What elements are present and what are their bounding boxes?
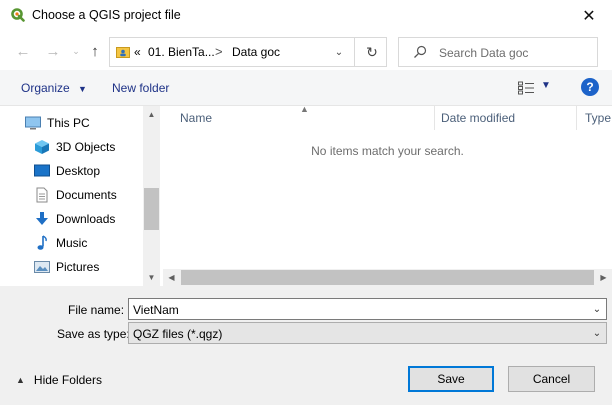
computer-icon — [25, 116, 41, 130]
dialog-footer: File name: VietNam ⌄ Save as type: QGZ f… — [0, 286, 612, 405]
sidebar-item-label: Documents — [56, 188, 117, 202]
hide-folders-label: Hide Folders — [33, 373, 102, 387]
scroll-up-button[interactable]: ▲ — [143, 106, 160, 123]
help-icon[interactable]: ? — [581, 78, 599, 96]
music-icon — [37, 235, 47, 250]
up-button[interactable]: ↑ — [86, 42, 104, 60]
chevron-down-icon: ⌄ — [72, 45, 80, 56]
sidebar-item-label: Pictures — [56, 260, 100, 274]
navigation-pane: This PC 3D Objects Desktop Documents Dow… — [0, 106, 161, 286]
new-folder-button[interactable]: New folder — [112, 81, 169, 95]
column-divider[interactable] — [434, 106, 435, 130]
organize-button[interactable]: Organize ▼ — [21, 81, 87, 95]
folder-user-icon — [116, 47, 130, 58]
search-box[interactable]: Search Data goc — [398, 37, 598, 67]
file-name-dropdown[interactable]: ⌄ — [588, 299, 606, 319]
sidebar-item-3d-objects[interactable]: 3D Objects — [34, 136, 115, 158]
refresh-button[interactable]: ↻ — [363, 43, 381, 61]
file-name-value: VietNam — [133, 303, 179, 317]
search-input[interactable]: Search Data goc — [439, 46, 528, 60]
column-header-type[interactable]: Type — [585, 106, 611, 130]
scrollbar-thumb[interactable] — [181, 270, 594, 285]
sort-ascending-icon: ▲ — [300, 104, 309, 114]
pictures-icon — [34, 261, 50, 273]
sidebar-item-pictures[interactable]: Pictures — [34, 256, 99, 278]
view-details-icon[interactable] — [518, 81, 534, 95]
sidebar-item-label: Music — [56, 236, 88, 250]
breadcrumb-overflow[interactable]: « — [134, 45, 141, 59]
scroll-left-button[interactable]: ◀ — [163, 269, 180, 286]
sidebar-item-label: Downloads — [56, 212, 116, 226]
breadcrumb-item-parent[interactable]: 01. BienTa... — [148, 45, 215, 59]
address-divider — [354, 38, 355, 66]
forward-button[interactable]: → — [44, 42, 62, 60]
refresh-icon: ↻ — [366, 43, 378, 60]
address-bar[interactable]: « 01. BienTa... > Data goc ⌄ ↻ — [109, 37, 387, 67]
save-type-label: Save as type: — [57, 327, 130, 341]
save-type-value: QGZ files (*.qgz) — [133, 327, 223, 341]
arrow-right-icon: → — [45, 42, 61, 60]
arrow-left-icon: ← — [15, 42, 31, 60]
sidebar-scrollbar[interactable]: ▲ ▼ — [143, 106, 160, 286]
column-header-label: Date modified — [441, 111, 516, 125]
column-header-label: Name — [180, 111, 213, 125]
qgis-logo — [11, 8, 25, 22]
save-type-select[interactable]: QGZ files (*.qgz) ⌄ — [128, 322, 607, 344]
address-dropdown-button[interactable]: ⌄ — [332, 44, 346, 60]
search-icon — [414, 45, 427, 58]
scroll-down-button[interactable]: ▼ — [143, 269, 160, 286]
new-folder-label: New folder — [112, 81, 170, 95]
file-name-field[interactable]: VietNam ⌄ — [128, 298, 607, 320]
sidebar-item-label: Desktop — [56, 164, 101, 178]
sidebar-item-downloads[interactable]: Downloads — [34, 208, 115, 230]
save-button-label: Save — [437, 372, 465, 386]
file-list-scrollbar[interactable]: ◀ ▶ — [163, 269, 612, 286]
sidebar-item-documents[interactable]: Documents — [34, 184, 117, 206]
chevron-down-icon: ⌄ — [334, 46, 344, 58]
close-button[interactable]: ✕ — [566, 0, 612, 32]
sidebar-item-music[interactable]: Music — [34, 232, 87, 254]
navigation-bar: ← → ⌄ ↑ « 01. BienTa... > Data goc ⌄ ↻ S… — [0, 32, 612, 70]
scroll-right-button[interactable]: ▶ — [595, 269, 612, 286]
close-icon: ✕ — [582, 8, 596, 25]
organize-label: Organize — [21, 81, 70, 95]
cancel-button[interactable]: Cancel — [508, 366, 595, 392]
recent-locations-button[interactable]: ⌄ — [70, 42, 82, 60]
cancel-button-label: Cancel — [532, 372, 571, 386]
sidebar-item-label: This PC — [47, 116, 90, 130]
hide-folders-button[interactable]: ▲ Hide Folders — [16, 373, 102, 387]
caret-down-icon: ▼ — [78, 84, 87, 94]
help-label: ? — [586, 80, 594, 94]
cube-icon — [35, 140, 49, 154]
command-toolbar: Organize ▼ New folder ▼ ? — [0, 70, 612, 106]
file-name-label: File name: — [68, 303, 125, 317]
documents-icon — [36, 187, 48, 203]
back-button[interactable]: ← — [14, 42, 32, 60]
title-bar: Choose a QGIS project file ✕ — [0, 0, 612, 32]
breadcrumb-separator[interactable]: > — [215, 44, 223, 59]
file-list: ▲ Name Date modified Type No items match… — [163, 104, 612, 286]
sidebar-item-label: 3D Objects — [56, 140, 116, 154]
column-header-date-modified[interactable]: Date modified — [441, 106, 515, 130]
view-options-dropdown[interactable]: ▼ — [541, 80, 551, 91]
chevron-down-icon: ⌄ — [592, 327, 602, 339]
desktop-icon — [34, 164, 50, 177]
column-header-label: Type — [585, 111, 612, 125]
sidebar-item-desktop[interactable]: Desktop — [34, 160, 100, 182]
scrollbar-thumb[interactable] — [144, 188, 159, 230]
save-button[interactable]: Save — [408, 366, 494, 392]
sidebar-item-this-pc[interactable]: This PC — [25, 112, 90, 134]
breadcrumb-item-current[interactable]: Data goc — [232, 45, 280, 59]
arrow-up-icon: ↑ — [91, 42, 99, 60]
column-divider[interactable] — [576, 106, 577, 130]
empty-message: No items match your search. — [311, 144, 464, 158]
window-title: Choose a QGIS project file — [32, 8, 181, 22]
download-icon — [36, 212, 48, 225]
chevron-up-icon: ▲ — [16, 375, 25, 385]
column-header-name[interactable]: Name — [180, 106, 212, 130]
